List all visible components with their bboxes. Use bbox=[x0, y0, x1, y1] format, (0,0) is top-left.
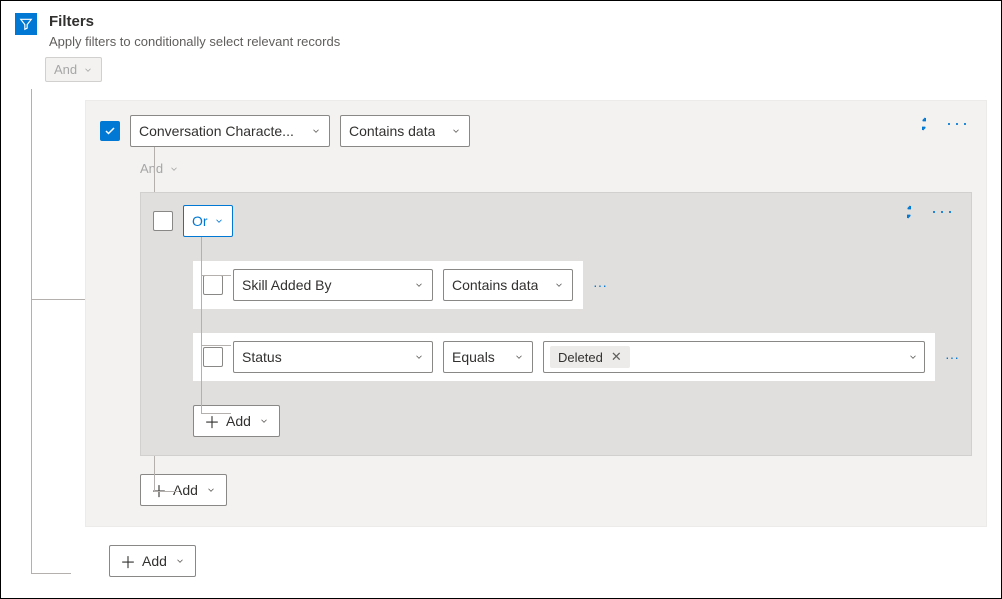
filter-group-2: ··· Or Skill Added By bbox=[140, 192, 972, 456]
field-label: Skill Added By bbox=[242, 277, 332, 293]
root-operator-dropdown[interactable]: And bbox=[45, 57, 102, 82]
page-title: Filters bbox=[49, 13, 340, 30]
collapse-icon[interactable] bbox=[901, 204, 917, 220]
operator-label: Or bbox=[192, 213, 208, 229]
condition-checkbox[interactable] bbox=[203, 275, 223, 295]
row-more-actions[interactable]: ··· bbox=[593, 277, 607, 293]
operator-label: And bbox=[140, 161, 163, 176]
filter-icon bbox=[15, 13, 37, 35]
chevron-down-icon bbox=[169, 164, 179, 174]
chevron-down-icon bbox=[214, 216, 224, 226]
more-actions-button[interactable]: ··· bbox=[946, 113, 970, 134]
page-subtitle: Apply filters to conditionally select re… bbox=[49, 34, 340, 49]
group-1-checkbox[interactable] bbox=[100, 121, 120, 141]
chevron-down-icon bbox=[908, 352, 918, 362]
value-label: Deleted bbox=[558, 350, 603, 365]
group-1-operator-dropdown[interactable]: And bbox=[140, 161, 179, 176]
chevron-down-icon bbox=[259, 416, 269, 426]
add-label: Add bbox=[173, 482, 198, 498]
condition-select-contains-data[interactable]: Contains data bbox=[340, 115, 470, 147]
condition-select-equals[interactable]: Equals bbox=[443, 341, 533, 373]
chevron-down-icon bbox=[414, 280, 424, 290]
condition-select[interactable]: Contains data bbox=[443, 269, 573, 301]
chevron-down-icon bbox=[311, 126, 321, 136]
field-label: Status bbox=[242, 349, 282, 365]
plus-icon: ＋ bbox=[120, 549, 136, 573]
more-actions-button[interactable]: ··· bbox=[931, 201, 955, 222]
chevron-down-icon bbox=[514, 352, 524, 362]
add-root-button[interactable]: ＋ Add bbox=[109, 545, 196, 577]
field-select-status[interactable]: Status bbox=[233, 341, 433, 373]
chevron-down-icon bbox=[451, 126, 461, 136]
value-select[interactable]: Deleted ✕ bbox=[543, 341, 925, 373]
field-label: Conversation Characte... bbox=[139, 123, 294, 139]
row-more-actions[interactable]: ··· bbox=[945, 349, 959, 365]
field-select-conversation[interactable]: Conversation Characte... bbox=[130, 115, 330, 147]
collapse-icon[interactable] bbox=[916, 116, 932, 132]
chevron-down-icon bbox=[206, 485, 216, 495]
condition-label: Contains data bbox=[452, 277, 538, 293]
root-operator-label: And bbox=[54, 62, 77, 77]
add-label: Add bbox=[142, 553, 167, 569]
add-label: Add bbox=[226, 413, 251, 429]
chevron-down-icon bbox=[554, 280, 564, 290]
condition-label: Equals bbox=[452, 349, 495, 365]
group-2-checkbox[interactable] bbox=[153, 211, 173, 231]
condition-label: Contains data bbox=[349, 123, 435, 139]
condition-row: Skill Added By Contains data bbox=[193, 261, 583, 309]
chevron-down-icon bbox=[83, 65, 93, 75]
remove-tag-icon[interactable]: ✕ bbox=[611, 349, 622, 365]
add-condition-button[interactable]: ＋ Add bbox=[193, 405, 280, 437]
field-select-skill-added-by[interactable]: Skill Added By bbox=[233, 269, 433, 301]
condition-row: Status Equals Deleted ✕ bbox=[193, 333, 935, 381]
group-2-operator-dropdown[interactable]: Or bbox=[183, 205, 233, 237]
value-tag-deleted: Deleted ✕ bbox=[550, 346, 630, 368]
chevron-down-icon bbox=[414, 352, 424, 362]
condition-checkbox[interactable] bbox=[203, 347, 223, 367]
chevron-down-icon bbox=[175, 556, 185, 566]
filter-group-1: ··· Conversation Characte... Contains da… bbox=[85, 100, 987, 527]
